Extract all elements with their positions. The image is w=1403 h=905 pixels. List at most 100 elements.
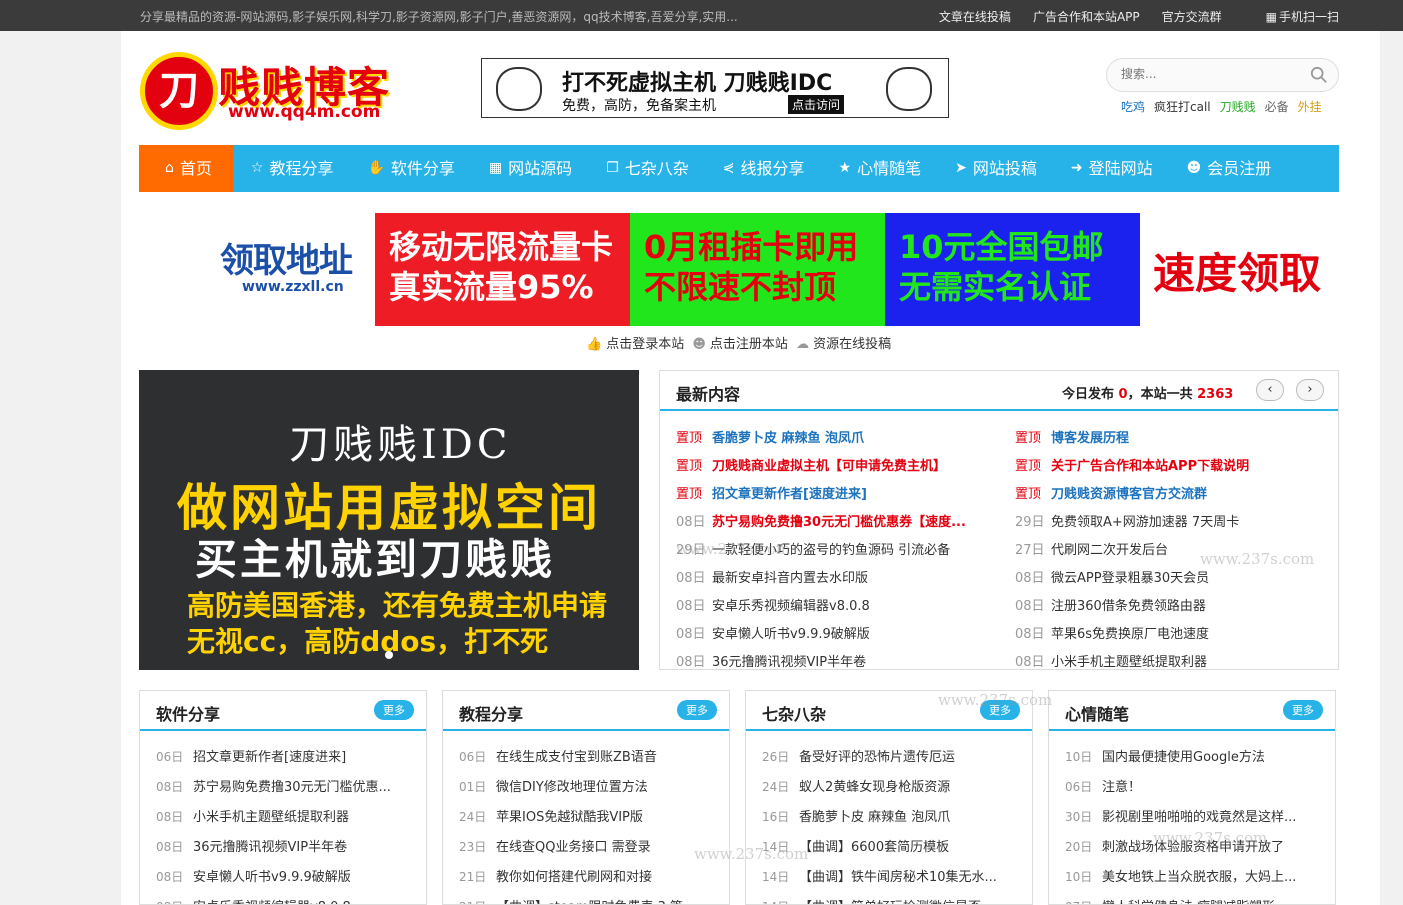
list-item[interactable]: 06日 招文章更新作者[速度进来] <box>156 745 412 775</box>
post-title[interactable]: 影视剧里啪啪啪的戏竟然是这样... <box>1102 810 1296 825</box>
list-item[interactable]: 10日 美女地铁上当众脱衣服，大妈上... <box>1065 865 1321 895</box>
post-title[interactable]: 香脆萝卜皮 麻辣鱼 泡凤爪 <box>799 810 950 825</box>
top-link-group[interactable]: 官方交流群 <box>1162 8 1222 25</box>
latest-row[interactable]: 08日 安卓乐秀视频编辑器v8.0.8 <box>676 597 996 625</box>
site-logo[interactable]: 刀 贱贱博客 www.qq4m.com <box>140 52 400 130</box>
latest-row[interactable]: 置顶 刀贱贱资源博客官方交流群 <box>1015 485 1335 513</box>
post-title[interactable]: 安卓乐秀视频编辑器v8.0.8 <box>712 599 870 614</box>
top-link-qrcode[interactable]: ▦ 手机扫一扫 <box>1244 8 1339 25</box>
banner-visit-button[interactable]: 点击访问 <box>788 95 845 114</box>
post-title[interactable]: 代刷网二次开发后台 <box>1051 543 1168 558</box>
nav-item-5[interactable]: ⋞ 线报分享 <box>706 145 822 192</box>
post-title[interactable]: 招文章更新作者[速度进来] <box>712 487 867 502</box>
hot-tag[interactable]: 必备 <box>1265 100 1289 114</box>
nav-item-1[interactable]: ☆ 教程分享 <box>234 145 351 192</box>
latest-row[interactable]: 置顶 刀贱贱商业虚拟主机【可申请免费主机】 <box>676 457 996 485</box>
latest-row[interactable]: 置顶 香脆萝卜皮 麻辣鱼 泡凤爪 <box>676 429 996 457</box>
nav-item-6[interactable]: ★ 心情随笔 <box>822 145 939 192</box>
slider-dot[interactable] <box>385 651 393 659</box>
post-title[interactable]: 苹果6s免费换原厂电池速度 <box>1051 627 1209 642</box>
list-item[interactable]: 08日 小米手机主题壁纸提取利器 <box>156 805 412 835</box>
post-title[interactable]: 【曲调】6600套简历模板 <box>799 840 949 855</box>
next-page-button[interactable]: › <box>1296 379 1324 401</box>
post-title[interactable]: 刀贱贱资源博客官方交流群 <box>1051 487 1207 502</box>
list-item[interactable]: 08日 苏宁易购免费撸30元无门槛优惠... <box>156 775 412 805</box>
search-icon[interactable] <box>1310 66 1328 84</box>
post-title[interactable]: 香脆萝卜皮 麻辣鱼 泡凤爪 <box>712 431 864 446</box>
nav-item-3[interactable]: ▦ 网站源码 <box>472 145 589 192</box>
nav-item-8[interactable]: ➜ 登陆网站 <box>1054 145 1170 192</box>
ad-right-title[interactable]: 速度领取 <box>1153 240 1321 301</box>
post-title[interactable]: 在线生成支付宝到账ZB语音 <box>496 750 657 765</box>
list-item[interactable]: 08日安卓乐秀视频编辑器v8.0.8 <box>156 895 412 904</box>
latest-row[interactable]: 08日 注册360借条免费领路由器 <box>1015 597 1335 625</box>
top-link-submit[interactable]: 文章在线投稿 <box>939 8 1011 25</box>
latest-row[interactable]: 08日 苏宁易购免费撸30元无门槛优惠券【速度... <box>676 513 996 541</box>
post-title[interactable]: 36元撸腾讯视频VIP半年卷 <box>712 655 866 669</box>
latest-row[interactable]: 置顶 博客发展历程 <box>1015 429 1335 457</box>
post-title[interactable]: 微云APP登录粗暴30天会员 <box>1051 571 1209 586</box>
more-button[interactable]: 更多 <box>1283 700 1323 720</box>
latest-row[interactable]: 08日 微云APP登录粗暴30天会员 <box>1015 569 1335 597</box>
header-banner-ad[interactable]: 打不死虚拟主机 刀贱贱IDC 免费，高防，免备案主机 点击访问 <box>481 58 949 118</box>
prev-page-button[interactable]: ‹ <box>1256 379 1284 401</box>
latest-row[interactable]: 08日 小米手机主题壁纸提取利器 <box>1015 653 1335 669</box>
latest-row[interactable]: 08日 36元撸腾讯视频VIP半年卷 <box>676 653 996 669</box>
list-item[interactable]: 24日 苹果IOS免越狱酷我VIP版 <box>459 805 715 835</box>
nav-item-0[interactable]: ⌂ 首页 <box>139 145 234 192</box>
traffic-card-ad[interactable]: 领取地址 www.zzxll.cn 移动无限流量卡 真实流量95% 0月租插卡即用… <box>218 213 1140 326</box>
post-title[interactable]: 懒人科学健身法 瘦腿减脂塑形... <box>1102 900 1288 904</box>
register-link[interactable]: 点击注册本站 <box>710 337 788 352</box>
list-item[interactable]: 08日 36元撸腾讯视频VIP半年卷 <box>156 835 412 865</box>
post-title[interactable]: 苏宁易购免费撸30元无门槛优惠... <box>193 780 391 795</box>
latest-row[interactable]: 置顶 关于广告合作和本站APP下载说明 <box>1015 457 1335 485</box>
login-link[interactable]: 点击登录本站 <box>606 337 684 352</box>
list-item[interactable]: 16日 香脆萝卜皮 麻辣鱼 泡凤爪 <box>762 805 1018 835</box>
list-item[interactable]: 07日懒人科学健身法 瘦腿减脂塑形... <box>1065 895 1321 904</box>
list-item[interactable]: 14日【曲调】简单好玩检测微信是否... <box>762 895 1018 904</box>
post-title[interactable]: 蚁人2黄蜂女现身枪版资源 <box>799 780 950 795</box>
post-title[interactable]: 免费领取A+网游加速器 7天周卡 <box>1051 515 1239 530</box>
nav-item-7[interactable]: ➤ 网站投稿 <box>938 145 1054 192</box>
post-title[interactable]: 安卓乐秀视频编辑器v8.0.8 <box>193 900 351 904</box>
post-title[interactable]: 安卓懒人听书v9.9.9破解版 <box>712 627 870 642</box>
list-item[interactable]: 06日 在线生成支付宝到账ZB语音 <box>459 745 715 775</box>
submit-link[interactable]: 资源在线投稿 <box>813 337 891 352</box>
latest-row[interactable]: 08日 最新安卓抖音内置去水印版 <box>676 569 996 597</box>
post-title[interactable]: 注意！ <box>1102 780 1141 795</box>
list-item[interactable]: 26日 备受好评的恐怖片遗传厄运 <box>762 745 1018 775</box>
hot-tag[interactable]: 刀贱贱 <box>1220 100 1256 114</box>
post-title[interactable]: 微信DIY修改地理位置方法 <box>496 780 648 795</box>
post-title[interactable]: 【曲调】简单好玩检测微信是否... <box>799 900 993 904</box>
list-item[interactable]: 01日 微信DIY修改地理位置方法 <box>459 775 715 805</box>
post-title[interactable]: 【曲调】steam限时免费表 3.篇 <box>496 900 683 904</box>
post-title[interactable]: 苏宁易购免费撸30元无门槛优惠券【速度... <box>712 515 966 530</box>
list-item[interactable]: 06日 注意！ <box>1065 775 1321 805</box>
post-title[interactable]: 36元撸腾讯视频VIP半年卷 <box>193 840 347 855</box>
list-item[interactable]: 14日 【曲调】铁牛闻房秘术10集无水... <box>762 865 1018 895</box>
latest-row[interactable]: 置顶 招文章更新作者[速度进来] <box>676 485 996 513</box>
post-title[interactable]: 刀贱贱商业虚拟主机【可申请免费主机】 <box>712 459 946 474</box>
post-title[interactable]: 博客发展历程 <box>1051 431 1129 446</box>
post-title[interactable]: 安卓懒人听书v9.9.9破解版 <box>193 870 351 885</box>
latest-row[interactable]: 08日 苹果6s免费换原厂电池速度 <box>1015 625 1335 653</box>
more-button[interactable]: 更多 <box>374 700 414 720</box>
hot-tag[interactable]: 外挂 <box>1298 100 1322 114</box>
top-link-ads[interactable]: 广告合作和本站APP <box>1033 8 1140 25</box>
nav-item-2[interactable]: ✋ 软件分享 <box>350 145 471 192</box>
post-title[interactable]: 【曲调】铁牛闻房秘术10集无水... <box>799 870 997 885</box>
latest-row[interactable]: 29日 免费领取A+网游加速器 7天周卡 <box>1015 513 1335 541</box>
hot-tag[interactable]: 疯狂打call <box>1154 100 1211 114</box>
post-title[interactable]: 关于广告合作和本站APP下载说明 <box>1051 459 1249 474</box>
list-item[interactable]: 08日 安卓懒人听书v9.9.9破解版 <box>156 865 412 895</box>
search-input[interactable] <box>1121 67 1301 81</box>
post-title[interactable]: 备受好评的恐怖片遗传厄运 <box>799 750 955 765</box>
post-title[interactable]: 美女地铁上当众脱衣服，大妈上... <box>1102 870 1296 885</box>
hot-tag[interactable]: 吃鸡 <box>1121 100 1145 114</box>
hero-slider[interactable]: 刀贱贱IDC 做网站用虚拟空间 买主机就到刀贱贱 高防美国香港，还有免费主机申请… <box>139 370 639 670</box>
nav-item-9[interactable]: ☻ 会员注册 <box>1170 145 1289 192</box>
list-item[interactable]: 10日 国内最便捷使用Google方法 <box>1065 745 1321 775</box>
post-title[interactable]: 国内最便捷使用Google方法 <box>1102 750 1265 765</box>
list-item[interactable]: 23日 在线查QQ业务接口 需登录 <box>459 835 715 865</box>
post-title[interactable]: 教你如何搭建代刷网和对接 <box>496 870 652 885</box>
